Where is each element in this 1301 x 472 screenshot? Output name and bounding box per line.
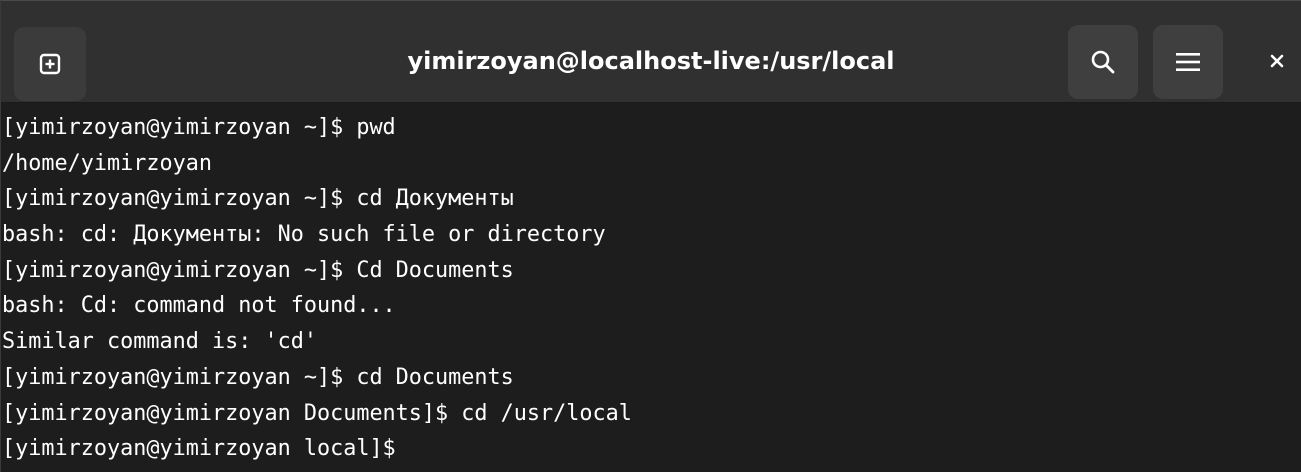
new-tab-button[interactable]: [14, 27, 86, 101]
close-button[interactable]: [1263, 45, 1291, 77]
close-icon: [1270, 54, 1284, 68]
terminal-line: Similar command is: 'cd': [2, 329, 317, 355]
terminal-line: [yimirzoyan@yimirzoyan Documents]$ cd /u…: [2, 400, 632, 426]
hamburger-menu-icon: [1176, 53, 1200, 71]
terminal-line: [yimirzoyan@yimirzoyan ~]$ cd Documents: [2, 364, 514, 390]
terminal-line: bash: Cd: command not found...: [2, 293, 396, 319]
terminal-window: yimirzoyan@localhost-live:/usr/local [yi…: [0, 0, 1301, 472]
main-menu-button[interactable]: [1153, 25, 1223, 99]
headerbar: yimirzoyan@localhost-live:/usr/local: [1, 1, 1301, 103]
window-title: yimirzoyan@localhost-live:/usr/local: [407, 47, 895, 75]
search-button[interactable]: [1068, 25, 1138, 99]
terminal-line: [yimirzoyan@yimirzoyan ~]$ pwd: [2, 115, 396, 140]
search-icon: [1091, 50, 1115, 74]
new-tab-plus-icon: [39, 53, 61, 75]
terminal-output[interactable]: [yimirzoyan@yimirzoyan ~]$ pwd /home/yim…: [2, 110, 1301, 472]
terminal-line: [yimirzoyan@yimirzoyan ~]$ Cd Documents: [2, 257, 514, 283]
terminal-prompt-line: [yimirzoyan@yimirzoyan local]$: [2, 436, 409, 462]
terminal-line: bash: cd: Документы: No such file or dir…: [2, 222, 606, 248]
terminal-line: /home/yimirzoyan: [2, 150, 212, 176]
terminal-line: [yimirzoyan@yimirzoyan ~]$ cd Документы: [2, 186, 514, 212]
